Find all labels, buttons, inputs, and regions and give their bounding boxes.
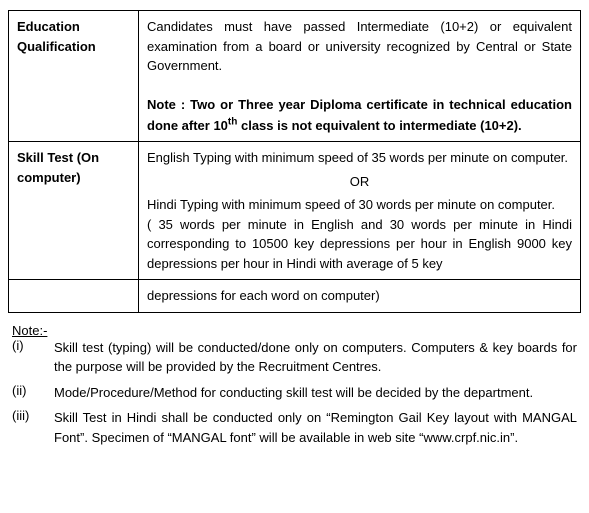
education-content: Candidates must have passed Intermediate… [139, 11, 581, 142]
note-text-3: Skill Test in Hindi shall be conducted o… [54, 408, 577, 447]
note-num-2: (ii) [12, 383, 54, 403]
notes-list: Note:- (i) Skill test (typing) will be c… [12, 323, 577, 448]
hindi-typing-text: Hindi Typing with minimum speed of 30 wo… [147, 197, 555, 212]
kph-text: ( 35 words per minute in English and 30 … [147, 217, 572, 271]
skill-test-row: Skill Test (On computer) English Typing … [9, 142, 581, 280]
education-row: Education Qualification Candidates must … [9, 11, 581, 142]
education-label: Education Qualification [9, 11, 139, 142]
qualification-table: Education Qualification Candidates must … [8, 10, 581, 313]
continuation-content: depressions for each word on computer) [139, 280, 581, 313]
notes-section: Note:- (i) Skill test (typing) will be c… [8, 323, 581, 448]
note-num-1: (i) [12, 338, 54, 377]
note-text-1: Skill test (typing) will be conducted/do… [54, 338, 577, 377]
education-note: Note : Two or Three year Diploma certifi… [147, 97, 572, 133]
note-text-2: Mode/Procedure/Method for conducting ski… [54, 383, 577, 403]
note-item-2: (ii) Mode/Procedure/Method for conductin… [12, 383, 577, 403]
note-num-3: (iii) [12, 408, 54, 447]
note-item-1: (i) Skill test (typing) will be conducte… [12, 338, 577, 377]
skill-test-label: Skill Test (On computer) [9, 142, 139, 280]
education-text-1: Candidates must have passed Intermediate… [147, 19, 572, 73]
or-divider: OR [147, 172, 572, 192]
continuation-row: depressions for each word on computer) [9, 280, 581, 313]
note-item-3: (iii) Skill Test in Hindi shall be condu… [12, 408, 577, 447]
notes-title: Note:- [12, 323, 47, 338]
skill-test-content: English Typing with minimum speed of 35 … [139, 142, 581, 280]
continuation-label [9, 280, 139, 313]
english-typing-text: English Typing with minimum speed of 35 … [147, 150, 568, 165]
